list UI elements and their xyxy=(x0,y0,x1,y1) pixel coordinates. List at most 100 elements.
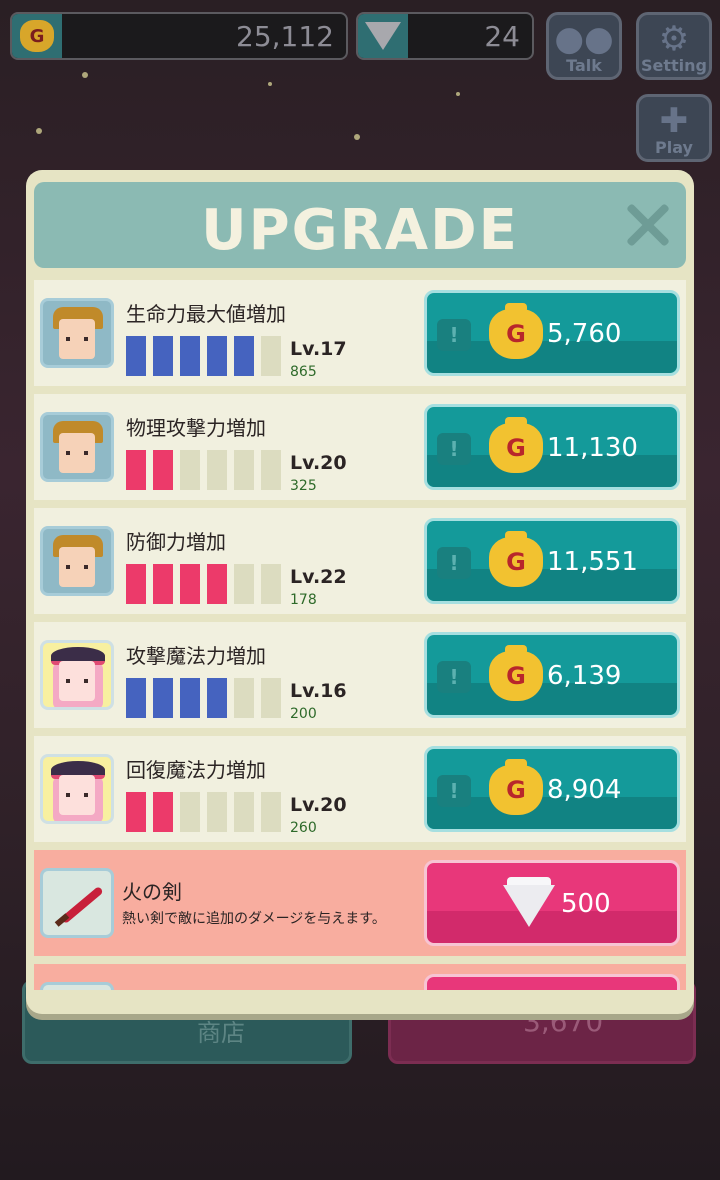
level-segment-empty xyxy=(261,336,281,376)
level-segment-empty xyxy=(261,564,281,604)
level-segment-empty xyxy=(234,450,254,490)
level-segment-empty xyxy=(207,792,227,832)
upgrade-level: Lv.22 xyxy=(290,566,347,588)
talk-label: Talk xyxy=(566,56,602,75)
info-icon[interactable]: ! xyxy=(437,433,471,465)
upgrade-list[interactable]: 生命力最大値増加 Lv.17 865 ! G 5,760 物理攻撃力増加 Lv.… xyxy=(34,280,686,990)
info-icon[interactable]: ! xyxy=(437,775,471,807)
upgrade-row: 攻撃魔法力増加 Lv.16 200 ! G 6,139 xyxy=(34,622,686,728)
upgrade-dialog: UPGRADE 生命力最大値増加 Lv.17 865 ! G 5,760 物理攻… xyxy=(26,170,694,1014)
level-segment-empty xyxy=(180,450,200,490)
upgrade-name: 生命力最大値増加 xyxy=(126,302,286,326)
buy-upgrade-button[interactable]: ! G 8,904 xyxy=(424,746,680,832)
gear-icon: ⚙ xyxy=(658,19,690,59)
upgrade-row: 生命力最大値増加 Lv.17 865 ! G 5,760 xyxy=(34,280,686,386)
gold-counter: G 25,112 xyxy=(10,12,348,60)
item-cost: 500 xyxy=(561,889,611,919)
level-segment-filled xyxy=(126,336,146,376)
upgrade-value: 200 xyxy=(290,706,317,722)
knight-avatar-icon xyxy=(40,412,114,482)
level-segment-filled xyxy=(126,792,146,832)
people-icon: ●● xyxy=(554,19,614,59)
gold-bag-icon: G xyxy=(12,14,62,58)
gem-counter: 24 xyxy=(356,12,534,60)
upgrade-cost: 11,551 xyxy=(547,547,638,577)
knight-avatar-icon xyxy=(40,526,114,596)
level-segment-filled xyxy=(126,564,146,604)
level-bar xyxy=(126,792,286,832)
setting-label: Setting xyxy=(641,56,707,75)
upgrade-level: Lv.20 xyxy=(290,452,347,474)
buy-upgrade-button[interactable]: ! G 5,760 xyxy=(424,290,680,376)
knight-avatar-icon xyxy=(40,298,114,368)
buy-item-button[interactable]: 500 xyxy=(424,860,680,946)
background-star xyxy=(36,128,42,134)
dialog-title: UPGRADE xyxy=(201,198,519,263)
upgrade-value: 325 xyxy=(290,478,317,494)
item-name: 火の剣 xyxy=(122,880,182,904)
level-segment-filled xyxy=(153,792,173,832)
upgrade-level: Lv.17 xyxy=(290,338,347,360)
upgrade-row: 回復魔法力増加 Lv.20 260 ! G 8,904 xyxy=(34,736,686,842)
info-icon[interactable]: ! xyxy=(437,547,471,579)
upgrade-name: 防御力増加 xyxy=(126,530,226,554)
witch-avatar-icon xyxy=(40,754,114,824)
level-segment-empty xyxy=(234,678,254,718)
gold-bag-icon: G xyxy=(489,759,543,815)
close-icon[interactable] xyxy=(622,200,672,250)
level-segment-filled xyxy=(234,336,254,376)
upgrade-row: 物理攻撃力増加 Lv.20 325 ! G 11,130 xyxy=(34,394,686,500)
level-segment-filled xyxy=(153,564,173,604)
level-segment-filled xyxy=(153,678,173,718)
info-icon[interactable]: ! xyxy=(437,319,471,351)
background-star xyxy=(82,72,88,78)
upgrade-level: Lv.20 xyxy=(290,794,347,816)
gold-bag-icon: G xyxy=(489,645,543,701)
upgrade-name: 攻撃魔法力増加 xyxy=(126,644,266,668)
upgrade-cost: 8,904 xyxy=(547,775,622,805)
dialog-header: UPGRADE xyxy=(34,182,686,268)
background-star xyxy=(456,92,460,96)
level-segment-filled xyxy=(207,336,227,376)
buy-upgrade-button[interactable]: ! G 11,130 xyxy=(424,404,680,490)
fire-sword-icon xyxy=(40,868,114,938)
level-bar xyxy=(126,564,286,604)
upgrade-value: 260 xyxy=(290,820,317,836)
level-bar xyxy=(126,336,286,376)
level-segment-filled xyxy=(126,450,146,490)
level-segment-empty xyxy=(261,678,281,718)
gold-bag-icon: G xyxy=(489,417,543,473)
level-bar xyxy=(126,678,286,718)
gold-bag-icon: G xyxy=(489,531,543,587)
upgrade-value: 178 xyxy=(290,592,317,608)
level-segment-filled xyxy=(153,450,173,490)
upgrade-value: 865 xyxy=(290,364,317,380)
witch-avatar-icon xyxy=(40,640,114,710)
upgrade-level: Lv.16 xyxy=(290,680,347,702)
level-segment-empty xyxy=(261,450,281,490)
diamond-icon xyxy=(358,14,408,58)
buy-upgrade-button[interactable]: ! G 6,139 xyxy=(424,632,680,718)
level-segment-filled xyxy=(153,336,173,376)
info-icon[interactable]: ! xyxy=(437,661,471,693)
buy-item-button[interactable] xyxy=(424,974,680,990)
upgrade-row: 防御力増加 Lv.22 178 ! G 11,551 xyxy=(34,508,686,614)
setting-button[interactable]: ⚙ Setting xyxy=(636,12,712,80)
diamond-icon xyxy=(503,885,555,927)
talk-button[interactable]: ●● Talk xyxy=(546,12,622,80)
level-segment-filled xyxy=(180,678,200,718)
upgrade-cost: 6,139 xyxy=(547,661,622,691)
level-bar xyxy=(126,450,286,490)
gem-amount: 24 xyxy=(484,20,520,53)
gamepad-icon: ✚ xyxy=(659,101,689,141)
level-segment-empty xyxy=(261,792,281,832)
play-button[interactable]: ✚ Play xyxy=(636,94,712,162)
upgrade-name: 物理攻撃力増加 xyxy=(126,416,266,440)
level-segment-empty xyxy=(234,792,254,832)
item-row: 火の剣 熱い剣で敵に追加のダメージを与えます。 500 xyxy=(34,850,686,956)
gold-bag-icon: G xyxy=(489,303,543,359)
level-segment-empty xyxy=(180,792,200,832)
level-segment-filled xyxy=(180,336,200,376)
item-icon xyxy=(40,982,114,990)
buy-upgrade-button[interactable]: ! G 11,551 xyxy=(424,518,680,604)
